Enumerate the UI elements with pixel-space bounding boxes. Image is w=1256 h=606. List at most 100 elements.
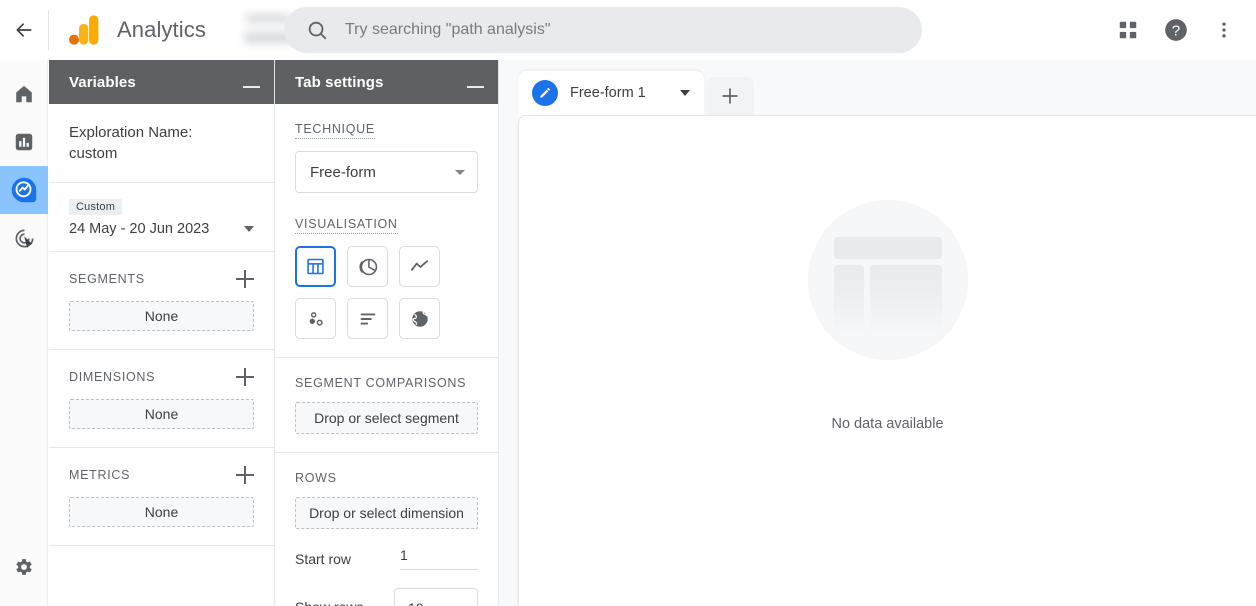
app-title: Analytics xyxy=(117,17,206,43)
globe-icon xyxy=(409,308,431,330)
analytics-explore-page: Analytics xyxy=(0,0,1256,606)
date-range-section[interactable]: Custom 24 May - 20 Jun 2023 xyxy=(49,183,274,252)
google-analytics-logo xyxy=(69,15,103,45)
rail-bottom xyxy=(0,543,48,591)
metrics-title: METRICS xyxy=(69,468,130,482)
add-metric-plus-icon[interactable] xyxy=(236,466,254,484)
technique-section: TECHNIQUE Free-form xyxy=(275,104,498,199)
segments-title: SEGMENTS xyxy=(69,272,145,286)
gear-icon xyxy=(13,556,35,578)
exploration-name-value[interactable]: custom xyxy=(69,143,254,164)
rail-items xyxy=(0,60,47,262)
line-chart-icon xyxy=(408,255,431,278)
viz-option-bar-chart[interactable] xyxy=(347,298,388,339)
pencil-icon xyxy=(532,80,558,106)
visualisation-label: VISUALISATION xyxy=(295,217,398,234)
sidebar-item-home[interactable] xyxy=(0,70,48,118)
segments-header: SEGMENTS xyxy=(69,270,254,288)
empty-report-placeholder-icon xyxy=(808,200,968,360)
metrics-value[interactable]: None xyxy=(69,497,254,527)
dimensions-title: DIMENSIONS xyxy=(69,370,155,384)
start-row-label: Start row xyxy=(295,551,351,567)
exploration-name-section: Exploration Name: custom xyxy=(49,104,274,183)
sidebar-item-explore[interactable] xyxy=(0,166,48,214)
minimize-icon[interactable] xyxy=(467,86,484,88)
search-input[interactable] xyxy=(345,21,922,39)
date-range-row[interactable]: 24 May - 20 Jun 2023 xyxy=(69,221,254,237)
dimensions-header: DIMENSIONS xyxy=(69,368,254,386)
rows-section: ROWS Drop or select dimension Start row … xyxy=(275,453,498,606)
empty-state: No data available xyxy=(519,200,1256,432)
table-icon xyxy=(305,256,326,277)
variables-panel: Variables Exploration Name: custom Custo… xyxy=(49,60,275,606)
technique-label: TECHNIQUE xyxy=(295,122,375,139)
scatter-plot-icon xyxy=(305,308,327,330)
search-icon xyxy=(306,19,328,41)
segment-comparisons-dropzone[interactable]: Drop or select segment xyxy=(295,402,478,434)
viz-option-geo-map[interactable] xyxy=(399,298,440,339)
show-rows-row: Show rows 10 xyxy=(295,588,478,606)
metrics-header: METRICS xyxy=(69,466,254,484)
technique-select[interactable]: Free-form xyxy=(295,151,478,193)
minimize-icon[interactable] xyxy=(243,86,260,88)
visualisation-options xyxy=(295,246,478,339)
sidebar-item-advertising[interactable] xyxy=(0,214,48,262)
placeholder-bar-right xyxy=(870,265,942,333)
show-rows-label: Show rows xyxy=(295,599,363,606)
add-segment-plus-icon[interactable] xyxy=(236,270,254,288)
rows-dropzone[interactable]: Drop or select dimension xyxy=(295,497,478,529)
more-vert-icon[interactable] xyxy=(1200,6,1248,54)
tab-free-form-1[interactable]: Free-form 1 xyxy=(518,71,704,115)
explore-icon xyxy=(9,175,39,205)
chevron-down-icon xyxy=(455,170,465,175)
metrics-section: METRICS None xyxy=(49,448,274,546)
segments-section: SEGMENTS None xyxy=(49,252,274,350)
start-row-input[interactable] xyxy=(400,547,478,570)
viz-option-donut-chart[interactable] xyxy=(347,246,388,287)
tab-settings-panel-title: Tab settings xyxy=(295,74,383,91)
dimensions-value[interactable]: None xyxy=(69,399,254,429)
apps-grid-icon[interactable] xyxy=(1104,6,1152,54)
add-dimension-plus-icon[interactable] xyxy=(236,368,254,386)
add-tab-button[interactable] xyxy=(706,77,754,115)
visualisation-section: VISUALISATION xyxy=(275,199,498,358)
show-rows-value: 10 xyxy=(408,600,424,606)
dimensions-section: DIMENSIONS None xyxy=(49,350,274,448)
search-bar[interactable] xyxy=(284,7,922,53)
bar-chart-icon xyxy=(357,308,379,330)
top-bar: Analytics xyxy=(0,0,1256,60)
help-icon[interactable]: ? xyxy=(1152,6,1200,54)
technique-value: Free-form xyxy=(310,164,376,181)
back-button[interactable] xyxy=(0,0,48,60)
report-card: No data available xyxy=(518,115,1256,606)
reports-bar-chart-icon xyxy=(13,131,35,153)
chevron-down-icon[interactable] xyxy=(680,90,690,96)
segment-comparisons-label: SEGMENT COMPARISONS xyxy=(295,376,466,390)
left-nav-rail xyxy=(0,60,48,606)
home-icon xyxy=(13,83,35,105)
placeholder-bar-top xyxy=(834,237,942,259)
sidebar-item-admin[interactable] xyxy=(0,543,48,591)
segments-value[interactable]: None xyxy=(69,301,254,331)
viz-option-line-chart[interactable] xyxy=(399,246,440,287)
start-row-row: Start row xyxy=(295,547,478,570)
viz-option-free-form-table[interactable] xyxy=(295,246,336,287)
show-rows-select[interactable]: 10 xyxy=(394,588,478,606)
svg-text:?: ? xyxy=(1172,22,1180,39)
tab-label: Free-form 1 xyxy=(570,85,646,101)
viz-option-scatter-plot[interactable] xyxy=(295,298,336,339)
report-canvas: Free-form 1 xyxy=(500,60,1256,606)
sidebar-item-reports[interactable] xyxy=(0,118,48,166)
tab-settings-panel: Tab settings TECHNIQUE Free-form VISUALI… xyxy=(275,60,499,606)
tab-strip: Free-form 1 xyxy=(518,71,754,115)
date-range-chip: Custom xyxy=(69,199,122,215)
exploration-name-label: Exploration Name: xyxy=(69,122,254,143)
placeholder-bar-left xyxy=(834,265,864,333)
variables-panel-title: Variables xyxy=(69,74,136,91)
tab-settings-panel-header: Tab settings xyxy=(275,60,498,104)
chevron-down-icon[interactable] xyxy=(244,226,254,232)
arrow-left-icon xyxy=(14,20,34,40)
variables-panel-header: Variables xyxy=(49,60,274,104)
plus-icon xyxy=(719,85,741,107)
date-range-value: 24 May - 20 Jun 2023 xyxy=(69,221,209,237)
